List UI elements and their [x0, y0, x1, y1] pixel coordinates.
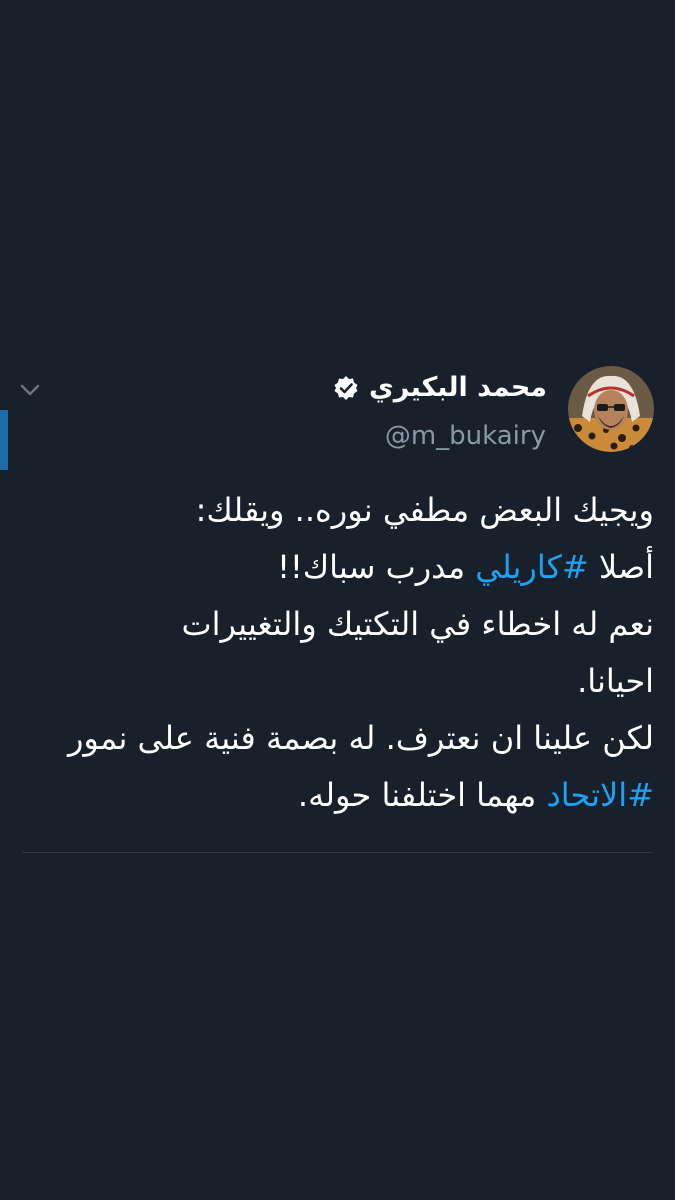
- tweet-text-line: نعم له اخطاء في التكتيك والتغييرات: [181, 605, 654, 643]
- chevron-down-icon[interactable]: [18, 380, 42, 400]
- divider: [22, 852, 652, 853]
- tweet-text-line: احيانا.: [577, 662, 654, 700]
- tweet-text-line: أصلا #كاريلي مدرب سباك!!: [22, 539, 654, 596]
- tweet-text-segment: أصلا: [588, 548, 654, 586]
- tweet-text-segment: مدرب سباك!!: [277, 548, 476, 586]
- tweet-text-line: لكن علينا ان نعترف. له بصمة فنية على نمو…: [67, 719, 654, 757]
- tweet-text: ويجيك البعض مطفي نوره.. ويقلك: أصلا #كار…: [22, 482, 654, 824]
- profile-avatar-image: [568, 366, 654, 452]
- display-name[interactable]: محمد البكيري: [369, 368, 547, 408]
- verified-badge-icon: [334, 376, 358, 400]
- hashtag-link[interactable]: #كاريلي: [475, 548, 588, 586]
- author-name-row[interactable]: محمد البكيري: [333, 368, 547, 408]
- tweet-text-line: #الاتحاد مهما اختلفنا حوله.: [22, 767, 654, 824]
- avatar[interactable]: [568, 366, 654, 452]
- hashtag-link[interactable]: #الاتحاد: [546, 776, 654, 814]
- tweet-text-line: ويجيك البعض مطفي نوره.. ويقلك:: [195, 491, 654, 529]
- author-handle[interactable]: @m_bukairy: [385, 416, 546, 456]
- tweet-text-segment: مهما اختلفنا حوله.: [297, 776, 547, 814]
- selection-indicator: [0, 410, 8, 470]
